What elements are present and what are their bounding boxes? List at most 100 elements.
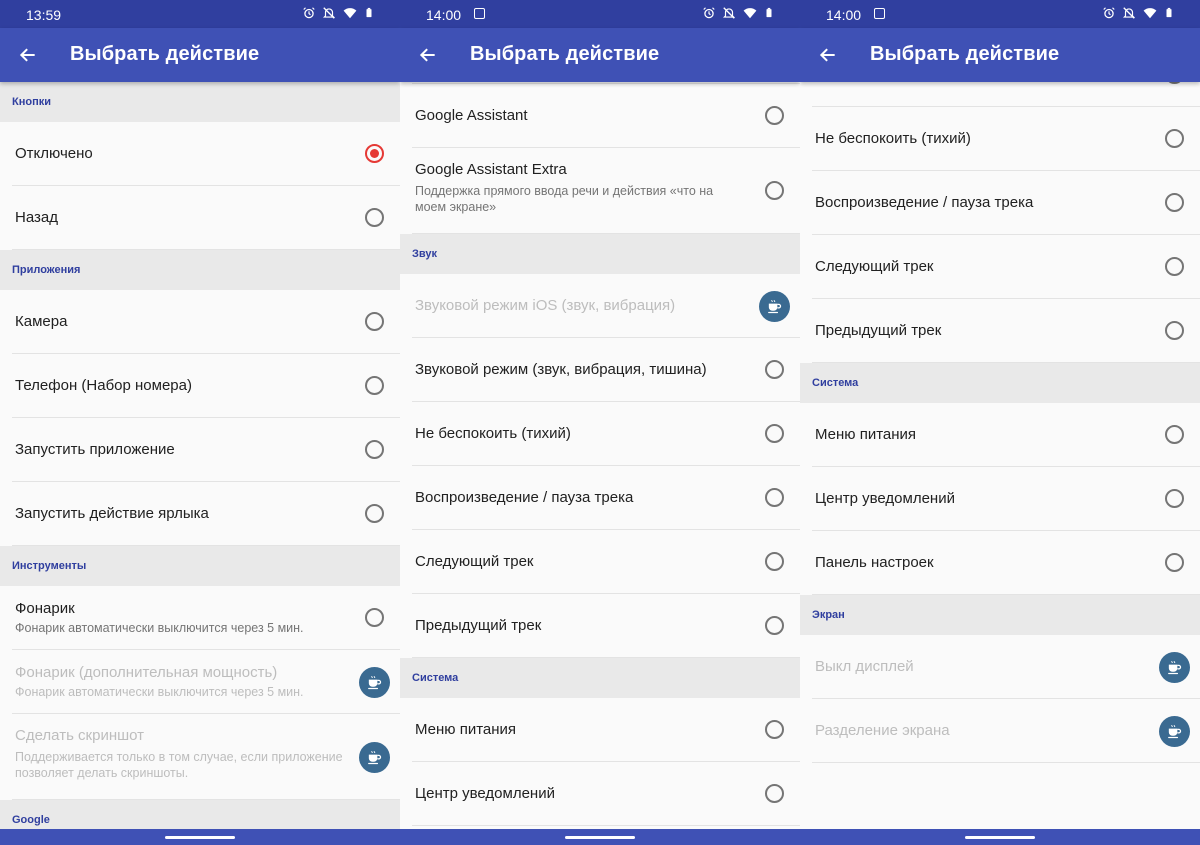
action-row-меню-питания[interactable]: Меню питания [800, 403, 1200, 467]
action-row-телефон-набор-номера[interactable]: Телефон (Набор номера) [0, 354, 400, 418]
status-bar: 14:00 [400, 0, 800, 28]
action-row-запустить-действие-ярлыка[interactable]: Запустить действие ярлыка [0, 482, 400, 546]
action-label: Не беспокоить (тихий) [415, 425, 571, 442]
action-label: Воспроизведение / пауза трека [815, 194, 1034, 211]
app-bar: Выбрать действие [400, 28, 800, 82]
action-row-воспроизведение-пауза-трека[interactable]: Воспроизведение / пауза трека [400, 466, 800, 530]
action-row-сделать-скриншот[interactable]: Сделать скриншот Поддерживается только в … [0, 714, 400, 800]
radio-button[interactable] [1165, 553, 1184, 572]
action-row-назад[interactable]: Назад [0, 186, 400, 250]
action-row-следующий-трек[interactable]: Следующий трек [800, 235, 1200, 299]
alarm-icon [702, 6, 716, 20]
action-row-выкл-дисплей[interactable]: Выкл дисплей [800, 635, 1200, 699]
home-gesture-handle[interactable] [165, 836, 235, 839]
radio-button[interactable] [765, 488, 784, 507]
action-row-фонарик[interactable]: Фонарик Фонарик автоматически выключится … [0, 586, 400, 650]
back-arrow-icon[interactable] [414, 41, 442, 69]
action-row-предыдущий-трек[interactable]: Предыдущий трек [800, 299, 1200, 363]
phone-screen-3: Звуковой режим iOS (звук, вибрация)Звуко… [800, 0, 1200, 845]
action-row-следующий-трек[interactable]: Следующий трек [400, 530, 800, 594]
section-header: Экран [800, 595, 1200, 635]
action-row-не-беспокоить-тихий[interactable]: Не беспокоить (тихий) [400, 402, 800, 466]
alarm-icon [302, 6, 316, 20]
navigation-bar [800, 829, 1200, 845]
status-time: 14:00 [826, 7, 862, 23]
radio-button[interactable] [365, 440, 384, 459]
action-label: Google Assistant Extra [415, 161, 567, 178]
action-row-центр-уведомлений[interactable]: Центр уведомлений [400, 762, 800, 826]
radio-button[interactable] [765, 616, 784, 635]
action-label: Назад [15, 209, 58, 226]
pro-coffee-icon[interactable] [1159, 716, 1190, 747]
action-row-звуковой-режим-звук-вибрация-тишина[interactable]: Звуковой режим (звук, вибрация, тишина) [400, 338, 800, 402]
radio-button-selected[interactable] [365, 144, 384, 163]
action-label: Центр уведомлений [815, 490, 955, 507]
action-row-панель-настроек[interactable]: Панель настроек [800, 531, 1200, 595]
action-label: Запустить приложение [15, 441, 175, 458]
section-header: Система [800, 363, 1200, 403]
radio-button[interactable] [365, 208, 384, 227]
phone-screen-1: Кнопки Отключено Назад Приложения Камера Теле… [0, 0, 400, 845]
action-description: Фонарик автоматически выключится через 5… [15, 621, 304, 635]
radio-button[interactable] [1165, 489, 1184, 508]
pro-coffee-icon[interactable] [359, 742, 390, 773]
pro-coffee-icon[interactable] [1159, 652, 1190, 683]
radio-button[interactable] [365, 504, 384, 523]
action-row-отключено[interactable]: Отключено [0, 122, 400, 186]
phone-screen-2: Google NowGoogle AssistantGoogle Assista… [400, 0, 800, 845]
status-bar: 14:00 [800, 0, 1200, 28]
radio-button[interactable] [1165, 193, 1184, 212]
action-label: Панель настроек [815, 554, 934, 571]
radio-button[interactable] [365, 312, 384, 331]
radio-button[interactable] [1165, 257, 1184, 276]
page-title: Выбрать действие [870, 43, 1060, 65]
action-row-воспроизведение-пауза-трека[interactable]: Воспроизведение / пауза трека [800, 171, 1200, 235]
radio-button[interactable] [765, 360, 784, 379]
app-bar: Выбрать действие [0, 28, 400, 82]
action-label: Разделение экрана [815, 722, 950, 739]
action-row-центр-уведомлений[interactable]: Центр уведомлений [800, 467, 1200, 531]
action-label: Запустить действие ярлыка [15, 505, 209, 522]
action-row-звуковой-режим-ios-звук-вибрация[interactable]: Звуковой режим iOS (звук, вибрация) [400, 274, 800, 338]
wifi-icon [742, 6, 758, 20]
pro-coffee-icon[interactable] [359, 667, 390, 698]
action-label: Меню питания [415, 721, 517, 738]
action-row-google-assistant[interactable]: Google Assistant [400, 84, 800, 148]
radio-button[interactable] [765, 424, 784, 443]
status-icons [1102, 5, 1174, 20]
action-label: Предыдущий трек [815, 322, 942, 339]
radio-button[interactable] [765, 181, 784, 200]
action-description: Поддержка прямого ввода речи и действия … [415, 184, 714, 214]
action-row-меню-питания[interactable]: Меню питания [400, 698, 800, 762]
action-label: Google Assistant [415, 107, 528, 124]
pro-coffee-icon[interactable] [759, 291, 790, 322]
action-label: Следующий трек [815, 258, 934, 275]
radio-button[interactable] [765, 784, 784, 803]
radio-button[interactable] [1165, 425, 1184, 444]
page-title: Выбрать действие [470, 43, 660, 65]
status-time: 14:00 [426, 7, 462, 23]
action-row-камера[interactable]: Камера [0, 290, 400, 354]
home-gesture-handle[interactable] [965, 836, 1035, 839]
status-time: 13:59 [26, 7, 62, 23]
back-arrow-icon[interactable] [814, 41, 842, 69]
home-gesture-handle[interactable] [565, 836, 635, 839]
radio-button[interactable] [1165, 129, 1184, 148]
radio-button[interactable] [365, 376, 384, 395]
action-row-разделение-экрана[interactable]: Разделение экрана [800, 699, 1200, 763]
action-row-не-беспокоить-тихий[interactable]: Не беспокоить (тихий) [800, 107, 1200, 171]
wifi-icon [1142, 6, 1158, 20]
action-row-google-assistant-extra[interactable]: Google Assistant Extra Поддержка прямого … [400, 148, 800, 234]
action-row-запустить-приложение[interactable]: Запустить приложение [0, 418, 400, 482]
radio-button[interactable] [765, 720, 784, 739]
action-description: Поддерживается только в том случае, если… [15, 750, 343, 780]
radio-button[interactable] [1165, 321, 1184, 340]
action-row-фонарик-дополнительная-мощность[interactable]: Фонарик (дополнительная мощность) Фонарик… [0, 650, 400, 714]
action-label: Звуковой режим (звук, вибрация, тишина) [415, 361, 707, 378]
radio-button[interactable] [365, 608, 384, 627]
back-arrow-icon[interactable] [14, 41, 42, 69]
radio-button[interactable] [765, 552, 784, 571]
action-label: Камера [15, 313, 68, 330]
action-row-предыдущий-трек[interactable]: Предыдущий трек [400, 594, 800, 658]
radio-button[interactable] [765, 106, 784, 125]
